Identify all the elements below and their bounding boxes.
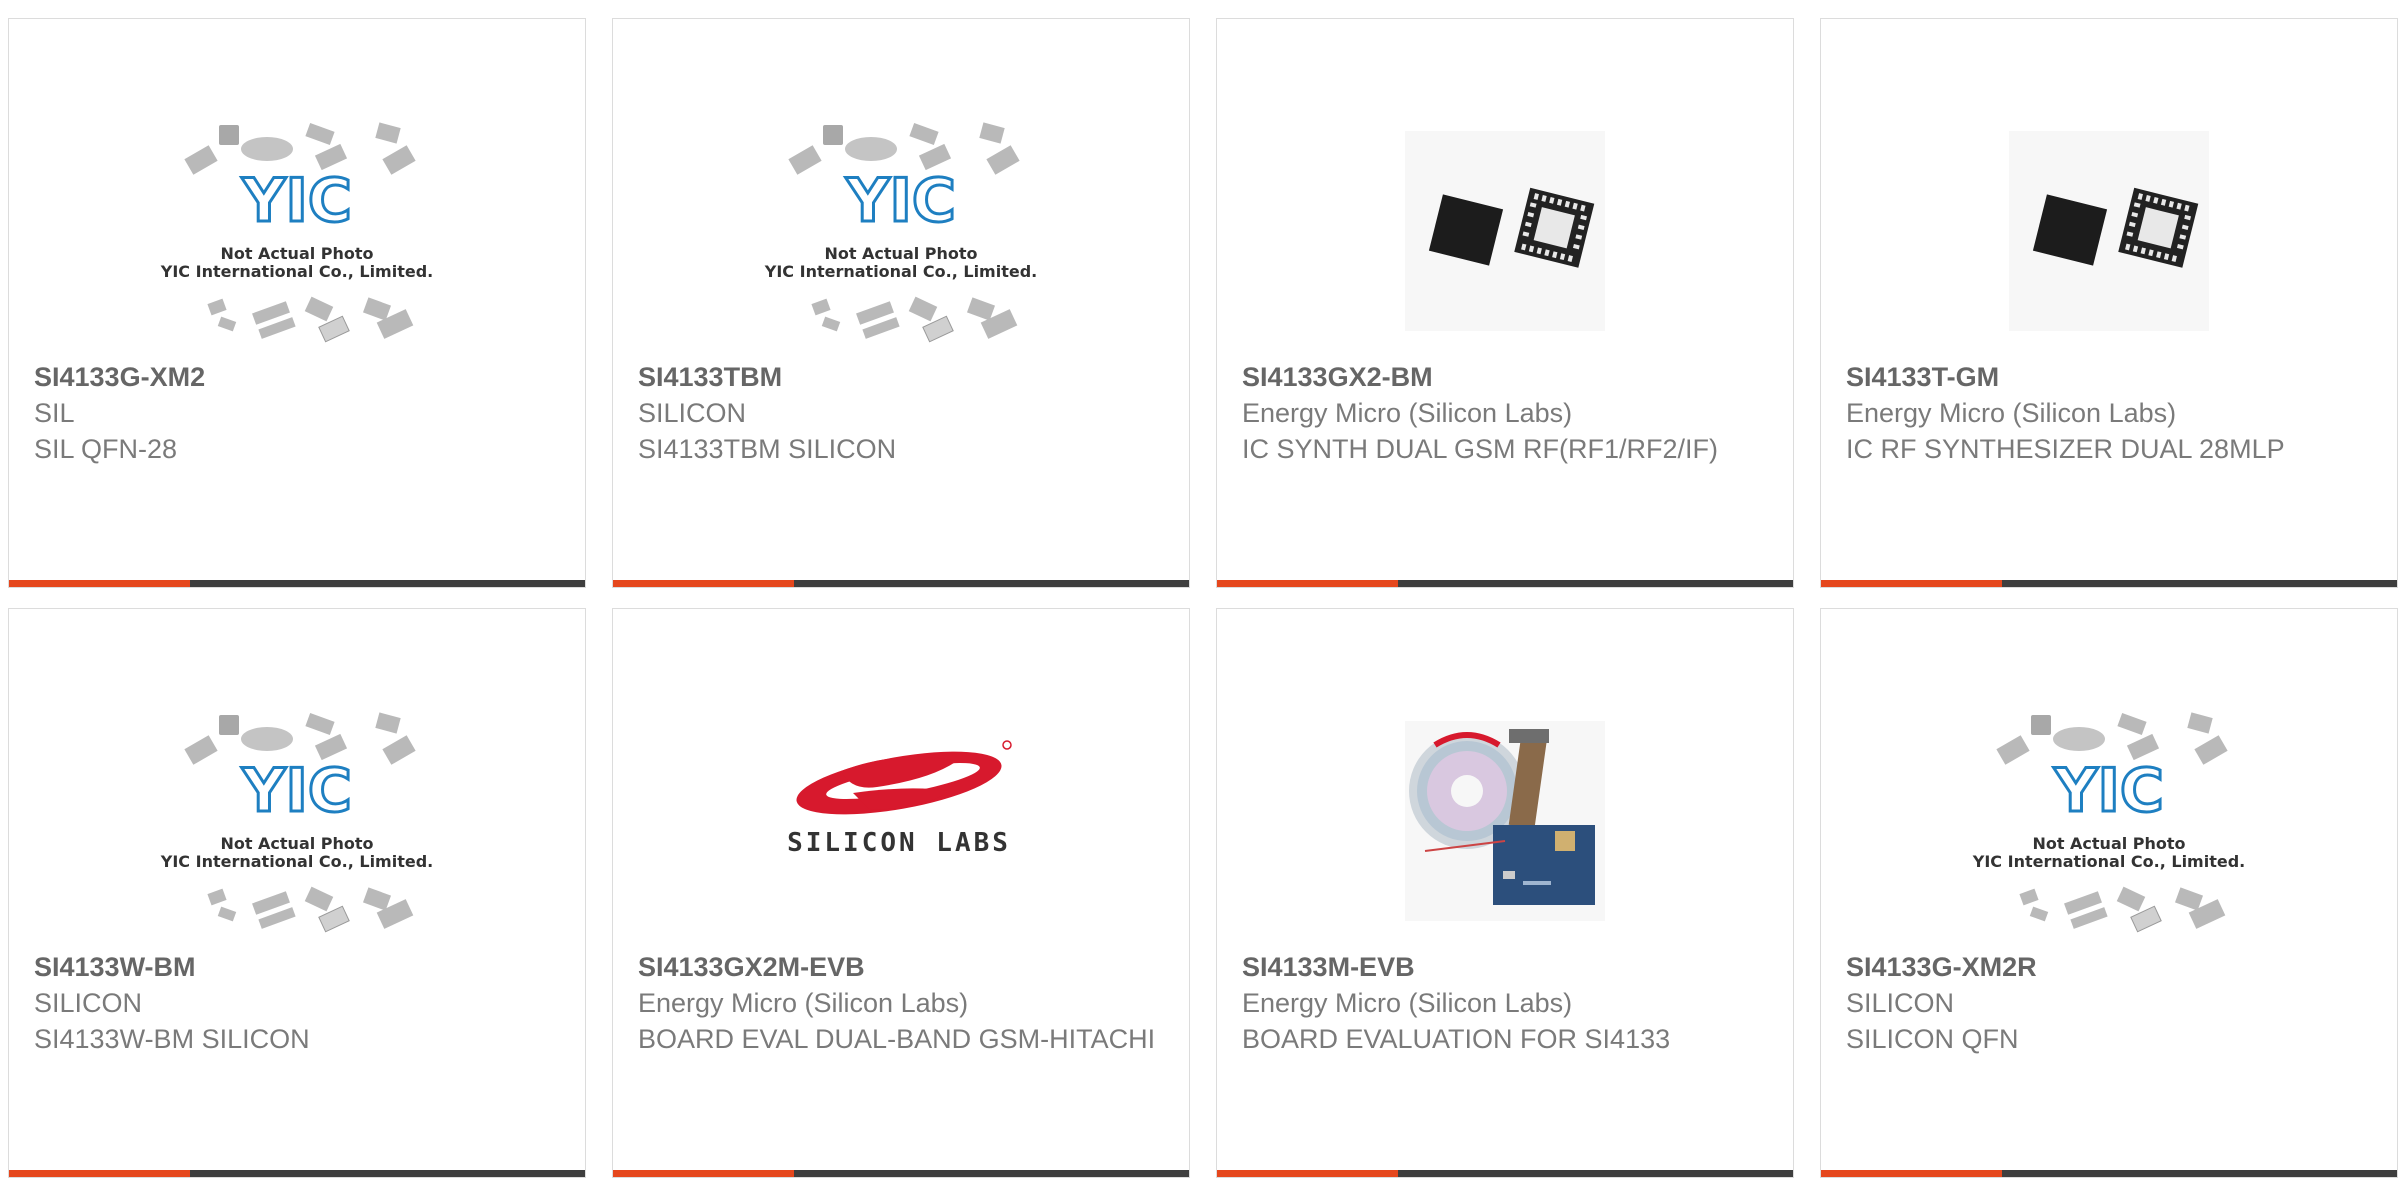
silicon-labs-logo: SILICON LABS bbox=[787, 740, 1012, 858]
chip-photo bbox=[1405, 131, 1605, 331]
part-number[interactable]: SI4133GX2-BM bbox=[1242, 359, 1768, 395]
eval-board-photo bbox=[1405, 721, 1605, 921]
product-card[interactable]: SILICON LABS SI4133GX2M-EVB Energy Micro… bbox=[612, 608, 1190, 1178]
card-bar bbox=[1217, 580, 1793, 587]
product-thumbnail[interactable]: YIC Not Actual Photo YIC International C… bbox=[1821, 691, 2397, 951]
product-thumbnail[interactable]: SILICON LABS bbox=[613, 691, 1189, 951]
manufacturer: SIL bbox=[34, 398, 75, 428]
placeholder-caption: Not Actual Photo bbox=[220, 834, 373, 853]
product-card[interactable]: YIC Not Actual Photo YIC International C… bbox=[612, 18, 1190, 588]
part-number[interactable]: SI4133TBM bbox=[638, 359, 1164, 395]
card-bar bbox=[613, 1170, 1189, 1177]
card-bar bbox=[1217, 1170, 1793, 1177]
card-bar-accent bbox=[9, 580, 191, 587]
placeholder-caption: Not Actual Photo bbox=[2032, 834, 2185, 853]
product-thumbnail[interactable] bbox=[1217, 691, 1793, 951]
product-thumbnail[interactable] bbox=[1821, 101, 2397, 361]
card-bar bbox=[1821, 580, 2397, 587]
card-bar bbox=[9, 1170, 585, 1177]
description: SI4133TBM SILICON bbox=[638, 434, 897, 464]
manufacturer: SILICON bbox=[1846, 988, 1955, 1018]
part-number[interactable]: SI4133G-XM2 bbox=[34, 359, 560, 395]
manufacturer: Energy Micro (Silicon Labs) bbox=[1242, 988, 1573, 1018]
product-thumbnail[interactable]: YIC Not Actual Photo YIC International C… bbox=[9, 691, 585, 951]
manufacturer: SILICON bbox=[34, 988, 143, 1018]
part-number[interactable]: SI4133M-EVB bbox=[1242, 949, 1768, 985]
product-thumbnail[interactable]: YIC Not Actual Photo YIC International C… bbox=[613, 101, 1189, 361]
description: IC SYNTH DUAL GSM RF(RF1/RF2/IF) bbox=[1242, 434, 1719, 464]
product-thumbnail[interactable]: YIC Not Actual Photo YIC International C… bbox=[9, 101, 585, 361]
placeholder-image: YIC Not Actual Photo YIC International C… bbox=[764, 122, 1037, 343]
card-bar bbox=[9, 580, 585, 587]
card-bar-accent bbox=[1217, 1170, 1399, 1177]
manufacturer: SILICON bbox=[638, 398, 747, 428]
placeholder-caption: Not Actual Photo bbox=[220, 244, 373, 263]
product-card[interactable]: SI4133GX2-BM Energy Micro (Silicon Labs)… bbox=[1216, 18, 1794, 588]
card-bar bbox=[1821, 1170, 2397, 1177]
product-card[interactable]: YIC Not Actual Photo YIC International C… bbox=[8, 608, 586, 1178]
placeholder-image: YIC Not Actual Photo YIC International C… bbox=[160, 122, 433, 343]
card-bar-accent bbox=[613, 580, 795, 587]
placeholder-image: YIC Not Actual Photo YIC International C… bbox=[160, 712, 433, 933]
description: SILICON QFN bbox=[1846, 1024, 2019, 1054]
card-bar-accent bbox=[1821, 580, 2003, 587]
product-card[interactable]: SI4133T-GM Energy Micro (Silicon Labs) I… bbox=[1820, 18, 2398, 588]
yic-logo: YIC bbox=[2053, 756, 2164, 826]
manufacturer: Energy Micro (Silicon Labs) bbox=[1242, 398, 1573, 428]
yic-logo: YIC bbox=[241, 166, 352, 236]
placeholder-company: YIC International Co., Limited. bbox=[764, 262, 1037, 281]
description: SI4133W-BM SILICON bbox=[34, 1024, 310, 1054]
description: BOARD EVAL DUAL-BAND GSM-HITACHI bbox=[638, 1024, 1156, 1054]
card-bar-accent bbox=[1217, 580, 1399, 587]
placeholder-image: YIC Not Actual Photo YIC International C… bbox=[1972, 712, 2245, 933]
product-card[interactable]: YIC Not Actual Photo YIC International C… bbox=[1820, 608, 2398, 1178]
product-card[interactable]: YIC Not Actual Photo YIC International C… bbox=[8, 18, 586, 588]
placeholder-company: YIC International Co., Limited. bbox=[160, 852, 433, 871]
description: SIL QFN-28 bbox=[34, 434, 178, 464]
placeholder-caption: Not Actual Photo bbox=[824, 244, 977, 263]
manufacturer: Energy Micro (Silicon Labs) bbox=[638, 988, 969, 1018]
description: IC RF SYNTHESIZER DUAL 28MLP bbox=[1846, 434, 2285, 464]
yic-logo: YIC bbox=[241, 756, 352, 826]
manufacturer: Energy Micro (Silicon Labs) bbox=[1846, 398, 2177, 428]
card-bar-accent bbox=[613, 1170, 795, 1177]
card-bar bbox=[613, 580, 1189, 587]
part-number[interactable]: SI4133G-XM2R bbox=[1846, 949, 2372, 985]
part-number[interactable]: SI4133T-GM bbox=[1846, 359, 2372, 395]
placeholder-company: YIC International Co., Limited. bbox=[1972, 852, 2245, 871]
chip-photo bbox=[2009, 131, 2209, 331]
product-card[interactable]: SI4133M-EVB Energy Micro (Silicon Labs) … bbox=[1216, 608, 1794, 1178]
placeholder-company: YIC International Co., Limited. bbox=[160, 262, 433, 281]
description: BOARD EVALUATION FOR SI4133 bbox=[1242, 1024, 1671, 1054]
card-bar-accent bbox=[9, 1170, 191, 1177]
card-bar-accent bbox=[1821, 1170, 2003, 1177]
part-number[interactable]: SI4133W-BM bbox=[34, 949, 560, 985]
product-thumbnail[interactable] bbox=[1217, 101, 1793, 361]
part-number[interactable]: SI4133GX2M-EVB bbox=[638, 949, 1164, 985]
yic-logo: YIC bbox=[845, 166, 956, 236]
logo-wordmark: SILICON LABS bbox=[787, 828, 1011, 858]
